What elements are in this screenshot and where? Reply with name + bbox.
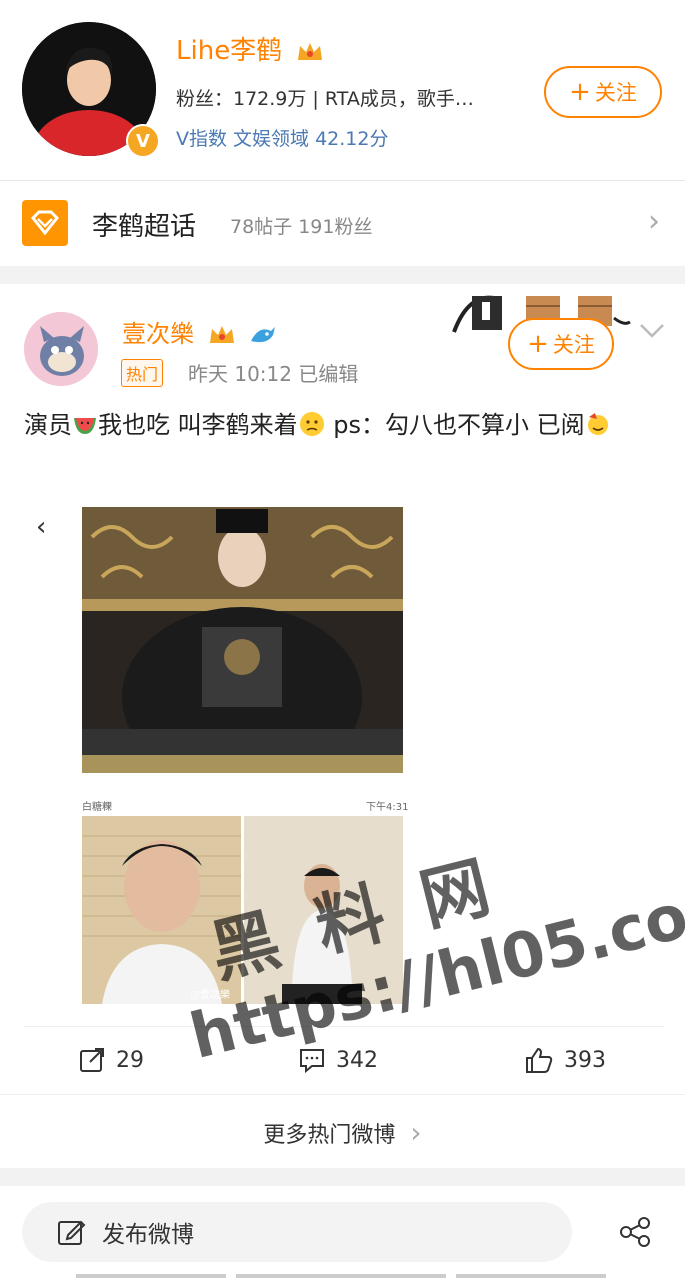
thumbs-up-icon: [526, 1047, 553, 1073]
compose-label: 发布微博: [102, 1222, 194, 1248]
share-arrow-icon: [80, 1048, 104, 1072]
profile-fans: 粉丝：172.9万 | RTA成员，歌手…: [176, 88, 474, 110]
share-icon[interactable]: [618, 1216, 654, 1248]
watermelon-emoji-icon: [74, 418, 96, 434]
chevron-right-icon: ›: [648, 204, 660, 239]
section-separator: [0, 1168, 685, 1186]
follow-author-button[interactable]: + 关注: [508, 318, 614, 370]
verified-badge-icon: V: [126, 124, 160, 158]
post-text-part: ps：勾八也不算小 已阅: [325, 411, 585, 439]
hot-tag: 热门: [121, 359, 164, 387]
follow-label: 关注: [594, 81, 637, 105]
more-hot-weibo-link[interactable]: 更多热门微博 ›: [0, 1116, 685, 1149]
post-text-part: 我也吃 叫李鹤来着: [98, 411, 298, 439]
bottom-bar-segment: [236, 1274, 446, 1278]
comment-count: 342: [336, 1047, 378, 1073]
like-button[interactable]: 393: [524, 1046, 606, 1074]
bottom-bar-segment: [76, 1274, 226, 1278]
post-author-name-text: 壹次樂: [122, 320, 194, 348]
profile-name-text: Lihe李鹤: [176, 36, 283, 66]
follow-label: 关注: [552, 333, 595, 357]
repost-button[interactable]: 29: [78, 1046, 144, 1074]
profile-v-index[interactable]: V指数 文娱领域 42.12分: [176, 124, 388, 151]
crown-icon: [209, 326, 234, 343]
profile-name[interactable]: Lihe李鹤: [176, 30, 324, 67]
chevron-right-icon: ›: [410, 1116, 422, 1149]
post-text: 演员 我也吃 叫李鹤来着 ps：勾八也不算小 已阅: [24, 406, 664, 444]
super-topic-diamond-icon: [22, 200, 68, 246]
compose-bar[interactable]: 发布微博: [22, 1202, 572, 1262]
post-author-name[interactable]: 壹次樂: [122, 314, 277, 349]
super-topic-meta: 78帖子 191粉丝: [230, 216, 373, 238]
divider: [0, 180, 685, 181]
carousel-prev-icon[interactable]: ‹: [36, 512, 46, 542]
plus-icon: +: [527, 329, 549, 359]
plus-icon: +: [569, 77, 591, 107]
crown-icon: [298, 42, 323, 60]
post-author-avatar[interactable]: [24, 312, 98, 386]
screenshot-caption-left: 白糖粿: [82, 802, 112, 813]
section-separator: [0, 266, 685, 284]
screenshot-caption-right: 下午4:31: [366, 802, 409, 813]
comment-button[interactable]: 342: [298, 1046, 378, 1074]
post-text-part: 演员: [24, 411, 72, 439]
repost-count: 29: [116, 1047, 144, 1073]
cheer-emoji-icon: [587, 413, 608, 435]
image-credit: @壹次樂: [190, 990, 230, 1001]
chevron-down-icon[interactable]: [638, 322, 666, 340]
post-image-costume[interactable]: [82, 507, 403, 773]
more-label: 更多热门微博: [263, 1123, 396, 1148]
thinking-face-emoji-icon: [299, 412, 324, 436]
like-count: 393: [564, 1047, 606, 1073]
shark-badge-icon: [251, 327, 276, 343]
divider: [24, 1026, 664, 1027]
comment-icon: [300, 1049, 324, 1074]
super-topic-title: 李鹤超话: [92, 212, 197, 242]
bottom-bar-segment: [456, 1274, 606, 1278]
post-image-video-call[interactable]: @壹次樂: [82, 816, 403, 1004]
post-meta: 昨天 10:12 已编辑: [188, 362, 359, 386]
divider: [0, 1094, 685, 1095]
edit-icon: [58, 1220, 86, 1245]
follow-profile-button[interactable]: + 关注: [544, 66, 662, 118]
